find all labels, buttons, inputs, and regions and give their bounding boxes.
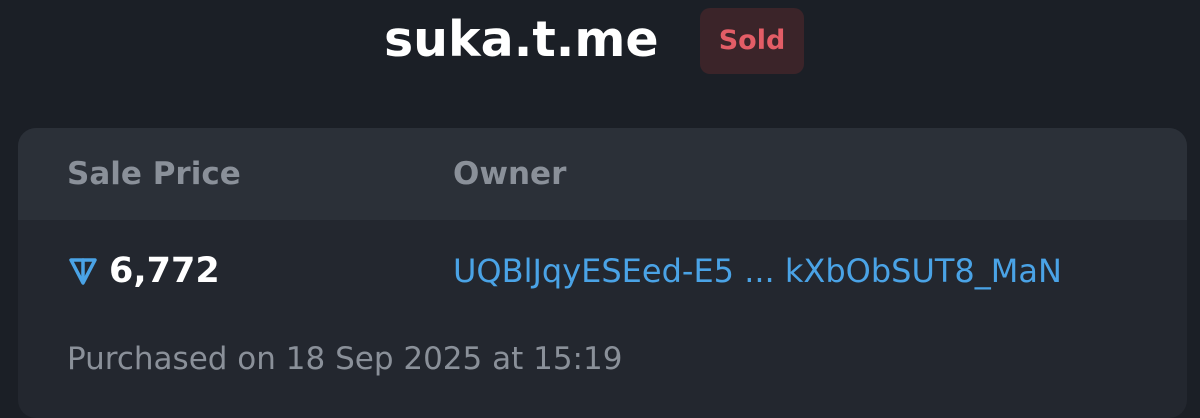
owner-address-link[interactable]: UQBlJqyESEed-E5 ... kXbObSUT8_MaN xyxy=(453,249,1062,293)
price-amount: 6,772 xyxy=(109,251,220,291)
ton-icon xyxy=(67,255,99,287)
sale-info-card: Sale Price Owner 6,772 UQBlJqyESEed-E5 .… xyxy=(18,128,1187,418)
page-title: suka.t.me xyxy=(384,11,659,68)
sale-price-value: 6,772 xyxy=(67,250,220,292)
owner-label: Owner xyxy=(453,156,567,192)
header: suka.t.me Sold xyxy=(0,6,1200,78)
purchase-date: Purchased on 18 Sep 2025 at 15:19 xyxy=(67,341,623,377)
status-badge: Sold xyxy=(700,8,804,74)
card-header: Sale Price Owner xyxy=(18,128,1187,220)
sale-price-label: Sale Price xyxy=(67,156,241,192)
